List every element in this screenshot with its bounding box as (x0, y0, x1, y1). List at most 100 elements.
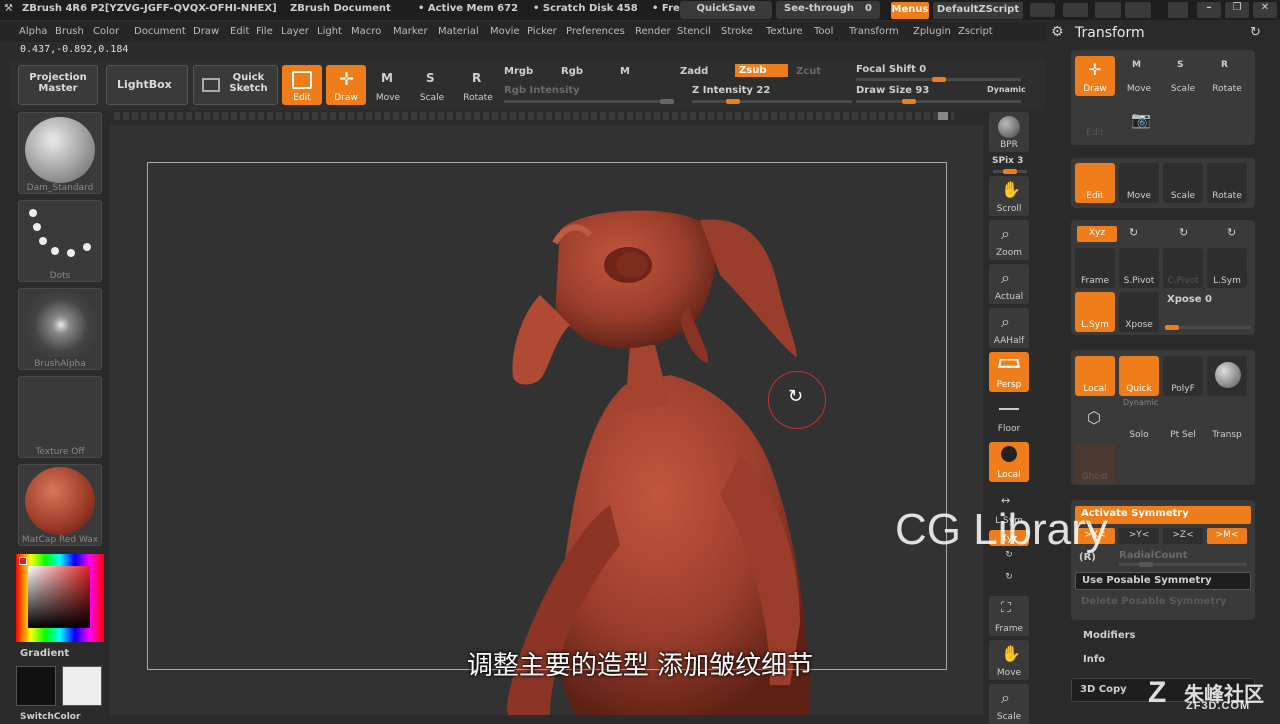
minimize-icon[interactable]: – (1197, 2, 1221, 18)
panel-move2-button[interactable]: Move (1119, 163, 1159, 203)
local-button[interactable]: Local (989, 442, 1029, 482)
maximize-icon[interactable]: ❐ (1225, 2, 1249, 18)
menu-render[interactable]: Render (635, 26, 671, 37)
delete-posable-symmetry-button[interactable]: Delete Posable Symmetry (1075, 594, 1251, 612)
zcut-button[interactable]: Zcut (796, 66, 821, 77)
spivot-button[interactable]: S.Pivot (1119, 248, 1159, 288)
menu-macro[interactable]: Macro (351, 26, 381, 37)
lsym-active-button[interactable]: L.Sym (1075, 292, 1115, 332)
menus-button[interactable]: Menus (891, 2, 929, 19)
menu-marker[interactable]: Marker (393, 26, 428, 37)
panel-xyz-button[interactable]: Xyz (1077, 226, 1117, 242)
xpose-button[interactable]: Xpose (1119, 292, 1159, 332)
rotate-z-button[interactable]: ↻ (989, 572, 1029, 590)
palette-title[interactable]: Transform (1075, 25, 1145, 41)
alpha-thumbnail[interactable]: BrushAlpha (18, 288, 102, 370)
rotate-z-icon[interactable]: ↻ (1179, 226, 1188, 239)
menu-light[interactable]: Light (317, 26, 342, 37)
radial-count-slider[interactable] (1119, 562, 1247, 567)
quick-sketch-button[interactable]: Quick Sketch (193, 65, 278, 105)
menu-zplugin[interactable]: Zplugin (913, 26, 951, 37)
layout-icon[interactable] (1095, 2, 1121, 18)
palette-pin-icon[interactable]: ⚙ (1051, 24, 1064, 40)
xpose-handle[interactable] (1165, 325, 1179, 330)
scroll-button[interactable]: ✋ Scroll (989, 176, 1029, 216)
frame-button[interactable]: ⛶ Frame (989, 596, 1029, 636)
rotate-button[interactable]: R Rotate (458, 65, 498, 105)
solo-button[interactable]: Solo (1119, 402, 1159, 442)
panel-move-button[interactable]: M Move (1119, 56, 1159, 96)
zadd-button[interactable]: Zadd (680, 66, 708, 77)
scroll-handle[interactable] (938, 112, 948, 120)
edit-button[interactable]: Edit (282, 65, 322, 105)
rotate-x-icon[interactable]: ↻ (1227, 226, 1236, 239)
panel-scale2-button[interactable]: Scale (1163, 163, 1203, 203)
zsub-button[interactable]: Zsub (735, 64, 788, 77)
rgb-button[interactable]: Rgb (561, 66, 583, 77)
menu-brush[interactable]: Brush (55, 26, 84, 37)
sym-y-button[interactable]: >Y< (1119, 528, 1159, 544)
color-picker-square[interactable] (28, 566, 90, 628)
transp-button[interactable]: Transp (1207, 402, 1247, 442)
scale-view-button[interactable]: ⌕ Scale (989, 684, 1029, 724)
polyf-button[interactable]: PolyF (1163, 356, 1203, 396)
panel-edit-button[interactable]: Edit (1075, 163, 1115, 203)
stroke-thumbnail[interactable]: Dots (18, 200, 102, 282)
panel-local-button[interactable]: Local (1075, 356, 1115, 396)
rotate-y-icon[interactable]: ↻ (1129, 226, 1138, 239)
zoom-button[interactable]: ⌕ Zoom (989, 220, 1029, 260)
menu-layer[interactable]: Layer (281, 26, 309, 37)
use-posable-symmetry-button[interactable]: Use Posable Symmetry (1075, 572, 1251, 590)
menu-picker[interactable]: Picker (527, 26, 557, 37)
menu-movie[interactable]: Movie (490, 26, 520, 37)
close-icon[interactable]: ✕ (1253, 2, 1277, 18)
texture-thumbnail[interactable]: Texture Off (18, 376, 102, 458)
camera-button[interactable]: 📷 (1119, 100, 1159, 140)
sym-m-button[interactable]: >M< (1207, 528, 1247, 544)
modifiers-section[interactable]: Modifiers (1083, 630, 1136, 641)
cube-button[interactable]: ⬡ (1075, 400, 1115, 440)
panel-draw-button[interactable]: ✛ Draw (1075, 56, 1115, 96)
menu-tool[interactable]: Tool (814, 26, 833, 37)
menu-draw[interactable]: Draw (193, 26, 219, 37)
move-button[interactable]: M Move (368, 65, 408, 105)
draw-size-slider[interactable] (856, 99, 1021, 104)
cpivot-button[interactable]: C.Pivot (1163, 248, 1203, 288)
material-sphere-button[interactable] (1207, 356, 1247, 396)
brush-thumbnail[interactable]: Dam_Standard (18, 112, 102, 194)
menu-transform[interactable]: Transform (849, 26, 899, 37)
projection-master-button[interactable]: Projection Master (18, 65, 98, 105)
ui-icon[interactable] (1125, 2, 1151, 18)
menu-file[interactable]: File (256, 26, 273, 37)
spix-handle[interactable] (1003, 169, 1017, 174)
z-intensity-handle[interactable] (726, 99, 740, 104)
mrgb-button[interactable]: Mrgb (504, 66, 533, 77)
switch-color-button[interactable]: SwitchColor (20, 712, 80, 722)
spix-slider[interactable] (993, 169, 1027, 174)
xpose-slider[interactable] (1165, 325, 1251, 330)
menu-material[interactable]: Material (438, 26, 479, 37)
menu-stencil[interactable]: Stencil (677, 26, 711, 37)
menu-preferences[interactable]: Preferences (566, 26, 625, 37)
help-icon[interactable] (1168, 2, 1188, 18)
frame-button-panel[interactable]: Frame (1075, 248, 1115, 288)
quick-button[interactable]: Quick (1119, 356, 1159, 396)
rgb-intensity-slider[interactable] (504, 99, 674, 104)
focal-shift-slider[interactable] (856, 77, 1021, 82)
pt-sel-button[interactable]: Pt Sel (1163, 402, 1203, 442)
ghost-button[interactable]: Ghost (1075, 444, 1115, 484)
interface-arrows-icon[interactable] (1063, 3, 1088, 17)
panel-rotate-button[interactable]: R Rotate (1207, 56, 1247, 96)
draw-size-handle[interactable] (902, 99, 916, 104)
scale-button[interactable]: S Scale (412, 65, 452, 105)
z-intensity-slider[interactable] (692, 99, 852, 104)
menu-document[interactable]: Document (134, 26, 186, 37)
color-picker[interactable] (16, 554, 104, 642)
radial-count-handle[interactable] (1139, 562, 1153, 567)
floor-button[interactable]: Floor (989, 396, 1029, 436)
default-zscript-button[interactable]: DefaultZScript (933, 2, 1023, 19)
lightbox-button[interactable]: LightBox (106, 65, 188, 105)
actual-button[interactable]: ⌕ Actual (989, 264, 1029, 304)
persp-button[interactable]: Persp (989, 352, 1029, 392)
draw-button[interactable]: ✛ Draw (326, 65, 366, 105)
